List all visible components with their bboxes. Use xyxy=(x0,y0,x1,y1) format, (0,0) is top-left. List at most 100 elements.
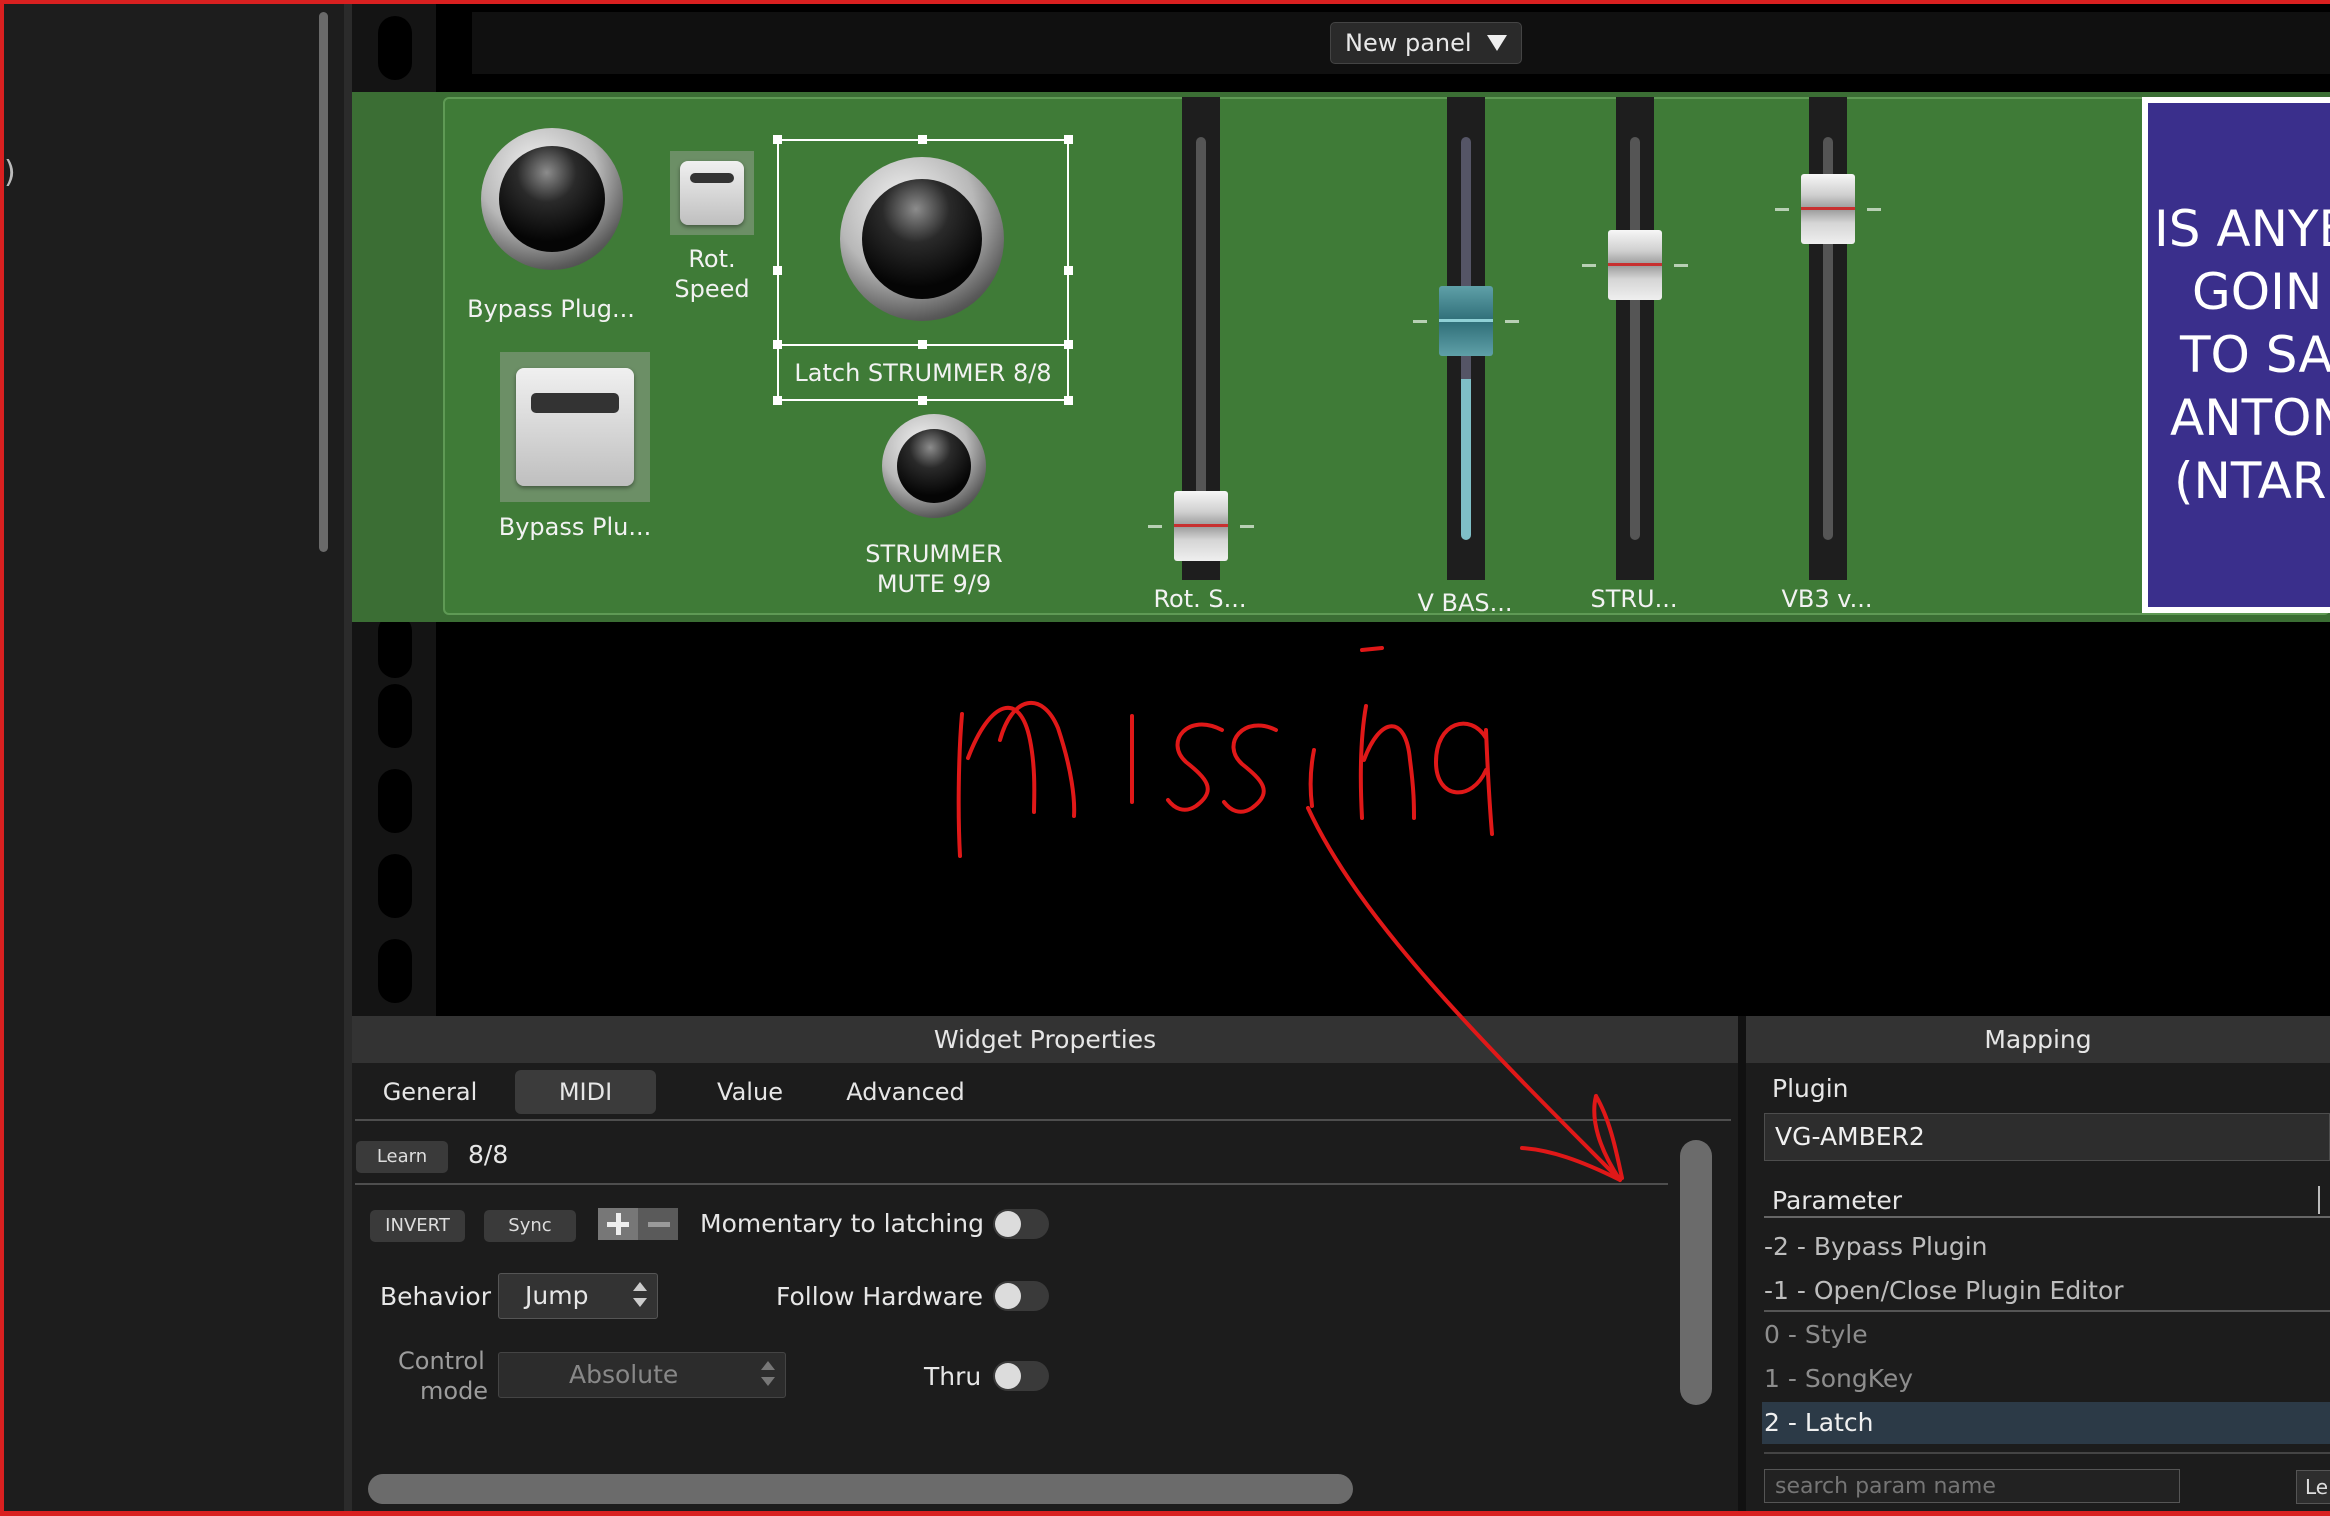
fader-handle[interactable] xyxy=(1801,174,1855,245)
resize-handle[interactable] xyxy=(918,396,927,405)
invert-button[interactable]: INVERT xyxy=(370,1210,465,1242)
left-sidebar xyxy=(4,4,344,1511)
mapping-learn-button[interactable]: Le xyxy=(2296,1470,2330,1504)
widget-properties-horizontal-scrollbar[interactable] xyxy=(368,1474,1353,1504)
annotation-stroke xyxy=(1222,723,1278,814)
fader-handle-marker xyxy=(1608,263,1662,267)
tab-midi[interactable]: MIDI xyxy=(515,1070,656,1114)
sidebar-divider[interactable] xyxy=(344,4,352,1511)
rot-speed-switch[interactable] xyxy=(670,151,754,235)
annotation-stroke xyxy=(1166,722,1224,812)
annotation-stroke xyxy=(956,712,964,858)
fader-handle[interactable] xyxy=(1174,491,1228,562)
tab-value[interactable]: Value xyxy=(690,1070,810,1114)
param-item-style[interactable]: 0 - Style xyxy=(1762,1314,2330,1356)
bypass-plugin-knob[interactable] xyxy=(481,128,623,270)
plus-minus-control[interactable] xyxy=(598,1208,678,1240)
lyric-line: ANTON xyxy=(2170,389,2330,447)
parameter-list-divider xyxy=(1764,1452,2330,1454)
search-param-input[interactable] xyxy=(1764,1469,2180,1503)
strummer-mute-label-line-2: MUTE 9/9 xyxy=(876,570,992,598)
knob-cap xyxy=(897,429,971,503)
behavior-select[interactable]: Jump xyxy=(498,1273,658,1319)
lyric-line: (NTAR xyxy=(2174,452,2327,510)
annotation-stroke xyxy=(1434,721,1494,836)
parameter-divider xyxy=(1764,1310,2330,1312)
resize-handle[interactable] xyxy=(1064,340,1073,349)
resize-handle[interactable] xyxy=(1064,396,1073,405)
left-sidebar-scrollbar[interactable] xyxy=(319,12,328,552)
lyric-line: TO SA xyxy=(2180,326,2330,384)
fader-tick xyxy=(1867,208,1881,212)
fader-groove xyxy=(1630,137,1640,540)
switch-face xyxy=(516,368,634,486)
resize-handle[interactable] xyxy=(1064,266,1073,275)
rail-slot xyxy=(378,939,412,1003)
sync-button[interactable]: Sync xyxy=(484,1210,576,1242)
follow-hardware-toggle[interactable] xyxy=(993,1281,1049,1311)
rail-slot xyxy=(378,684,412,748)
fader-handle-marker xyxy=(1801,207,1855,211)
resize-handle[interactable] xyxy=(773,340,782,349)
fader-tick xyxy=(1674,264,1688,268)
annotation-stroke xyxy=(1308,748,1316,808)
midi-value: 8/8 xyxy=(468,1140,509,1169)
behavior-label: Behavior xyxy=(380,1282,492,1311)
fader-tick xyxy=(1413,320,1427,324)
switch-face xyxy=(680,161,744,225)
frame-border xyxy=(0,0,2330,4)
thru-label: Thru xyxy=(924,1362,982,1391)
plugin-select[interactable]: VG-AMBER2 xyxy=(1764,1113,2330,1161)
lyric-text: IS ANYBO GOIN TO SA ANTON (NTAR xyxy=(2154,198,2330,513)
updown-arrows-icon xyxy=(761,1361,775,1389)
tab-general[interactable]: General xyxy=(368,1070,492,1114)
parameter-label: Parameter xyxy=(1772,1186,1903,1215)
panel-select[interactable]: New panel xyxy=(1330,22,1522,64)
momentary-latching-toggle[interactable] xyxy=(993,1209,1049,1239)
resize-handle[interactable] xyxy=(918,135,927,144)
bypass-plugin-knob-label: Bypass Plug... xyxy=(467,295,635,323)
thru-toggle[interactable] xyxy=(993,1361,1049,1391)
panel-divider[interactable] xyxy=(1738,1016,1746,1511)
bypass-plugin-switch-label: Bypass Plu... xyxy=(498,513,652,541)
learn-button[interactable]: Learn xyxy=(356,1141,448,1173)
param-item-latch[interactable]: 2 - Latch xyxy=(1762,1402,2330,1444)
tab-advanced[interactable]: Advanced xyxy=(838,1070,973,1114)
resize-handle[interactable] xyxy=(1064,135,1073,144)
latch-strummer-label: Latch STRUMMER 8/8 xyxy=(794,359,1052,387)
annotation-stroke xyxy=(998,700,1077,818)
strummer-mute-knob[interactable] xyxy=(882,414,986,518)
resize-handle[interactable] xyxy=(773,266,782,275)
rail-slot xyxy=(378,769,412,833)
behavior-select-value: Jump xyxy=(525,1281,589,1310)
control-mode-select[interactable]: Absolute xyxy=(498,1352,786,1398)
resize-handle[interactable] xyxy=(773,135,782,144)
fader-handle-marker xyxy=(1174,524,1228,528)
momentary-latching-label: Momentary to latching xyxy=(700,1209,984,1238)
knob-cap xyxy=(499,146,605,252)
lyric-display: IS ANYBO GOIN TO SA ANTON (NTAR xyxy=(2142,97,2330,613)
fader-tick xyxy=(1240,525,1254,529)
widget-properties-vertical-scrollbar[interactable] xyxy=(1680,1140,1712,1405)
frame-border xyxy=(0,1511,2330,1516)
resize-handle[interactable] xyxy=(918,340,927,349)
switch-slot xyxy=(690,173,734,183)
resize-handle[interactable] xyxy=(773,396,782,405)
param-item-songkey[interactable]: 1 - SongKey xyxy=(1762,1358,2330,1400)
minus-icon xyxy=(648,1222,670,1227)
annotation-stroke xyxy=(1360,646,1384,652)
fader-handle[interactable] xyxy=(1439,286,1493,357)
param-item-open-close-editor[interactable]: -1 - Open/Close Plugin Editor xyxy=(1762,1270,2330,1312)
fader-label: Rot. S... xyxy=(1153,585,1247,613)
rail-slot xyxy=(378,854,412,918)
fader-label: STRU... xyxy=(1590,585,1678,613)
column-resize-handle[interactable] xyxy=(2318,1186,2320,1214)
param-item-bypass-plugin[interactable]: -2 - Bypass Plugin xyxy=(1762,1226,2330,1268)
annotation-stroke xyxy=(1358,704,1416,820)
parameter-header-divider xyxy=(1764,1216,2330,1218)
annotation-stroke xyxy=(966,705,1037,814)
fader-handle[interactable] xyxy=(1608,230,1662,301)
fader-groove xyxy=(1196,137,1206,540)
bypass-plugin-switch[interactable] xyxy=(500,352,650,502)
control-mode-label-line-1: Control xyxy=(398,1347,485,1375)
